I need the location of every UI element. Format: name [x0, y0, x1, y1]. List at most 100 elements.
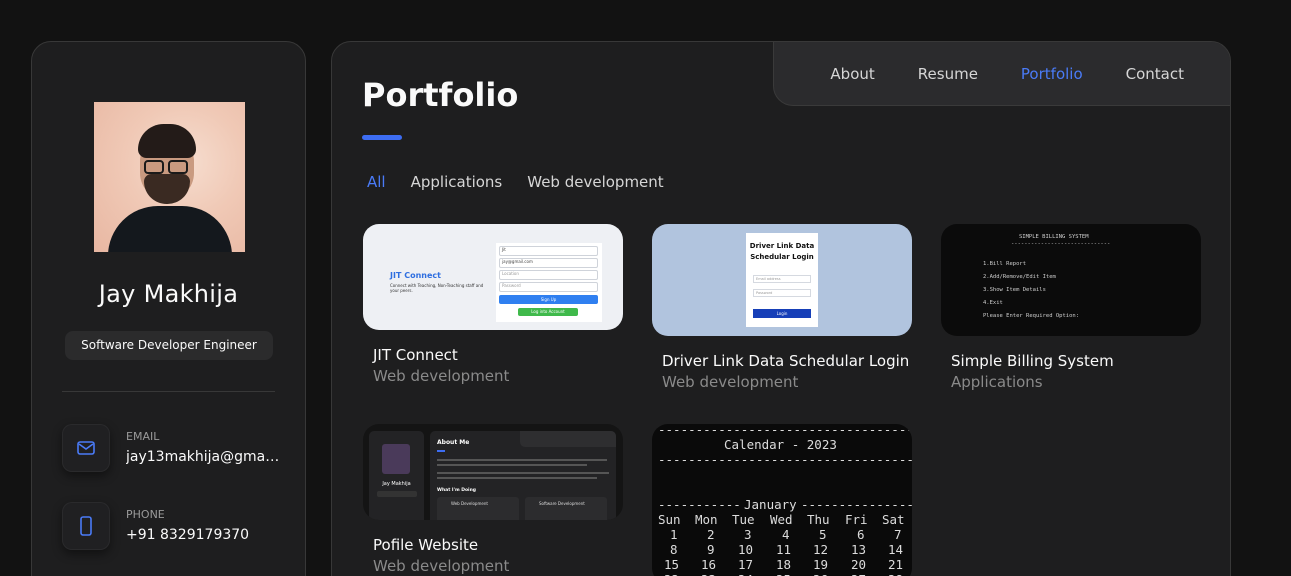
- thumb-field: Password: [753, 289, 811, 297]
- thumb-signup-form: Jit jay@gmail.com Location Password Sign…: [496, 243, 602, 322]
- project-title: Driver Link Data Schedular Login: [662, 352, 910, 370]
- nav-about[interactable]: About: [830, 65, 874, 83]
- thumb-card-title: Driver Link Data Schedular Login: [749, 242, 815, 261]
- thumb-service: Web Development: [437, 497, 519, 520]
- thumb-login-button: Log into Account: [518, 308, 578, 316]
- thumb-calendar-day: 9: [707, 542, 715, 557]
- thumb-nav: [520, 431, 616, 447]
- thumb-field: Jit: [499, 246, 598, 256]
- thumb-console-line: SIMPLE BILLING SYSTEM: [1019, 234, 1089, 240]
- page-title: Portfolio: [362, 76, 519, 114]
- thumb-console-rule: ----------------------------------------…: [658, 424, 912, 437]
- contact-label-phone: Phone: [126, 508, 165, 521]
- project-category: Web development: [662, 373, 799, 391]
- project-title: Simple Billing System: [951, 352, 1114, 370]
- avatar: [94, 102, 245, 252]
- thumb-field: jay@gmail.com: [499, 258, 598, 268]
- project-thumbnail[interactable]: SIMPLE BILLING SYSTEM ------------------…: [941, 224, 1201, 336]
- filter-applications[interactable]: Applications: [411, 173, 503, 191]
- nav-resume[interactable]: Resume: [918, 65, 978, 83]
- thumb-console-line: 3.Show Item Details: [983, 287, 1046, 293]
- thumb-calendar-day: 14: [888, 542, 904, 557]
- thumb-badge: [377, 491, 417, 497]
- thumb-avatar: [382, 444, 410, 474]
- filter-all[interactable]: All: [367, 173, 386, 191]
- thumb-weekday: Wed: [770, 512, 793, 527]
- thumb-field: Email address: [753, 275, 811, 283]
- thumb-field: Password: [499, 282, 598, 292]
- thumb-console-rule: ----------------------------------------…: [658, 452, 912, 467]
- title-badge: Software Developer Engineer: [65, 331, 273, 360]
- project-thumbnail[interactable]: ----------------------------------------…: [652, 424, 912, 576]
- thumb-console-line: Please Enter Required Option:: [983, 313, 1080, 319]
- thumb-calendar-day: 7: [894, 527, 902, 542]
- project-thumbnail[interactable]: JIT Connect Connect with Teaching, Non-T…: [363, 224, 623, 330]
- mail-icon: [62, 424, 110, 472]
- thumb-calendar-day: 23: [701, 572, 716, 576]
- thumb-calendar-day: 24: [738, 572, 753, 576]
- thumb-field: Location: [499, 270, 598, 280]
- phone-link[interactable]: +91 8329179370: [126, 527, 281, 543]
- thumb-calendar-day: 6: [857, 527, 865, 542]
- sidebar: Jay Makhija Software Developer Engineer …: [31, 41, 306, 576]
- thumb-calendar-day: 20: [851, 557, 867, 572]
- thumb-calendar-title: Calendar - 2023: [724, 437, 837, 452]
- thumb-body: About Me What I'm Doing Web Development …: [430, 431, 616, 520]
- thumb-calendar-day: 16: [701, 557, 717, 572]
- contact-phone: Phone +91 8329179370: [62, 502, 282, 552]
- thumb-calendar-day: 22: [664, 572, 679, 576]
- contact-label-email: Email: [126, 430, 160, 443]
- thumb-calendar-day: 8: [670, 542, 678, 557]
- project-card-jit-connect[interactable]: JIT Connect Connect with Teaching, Non-T…: [363, 224, 623, 385]
- thumb-calendar-day: 12: [813, 542, 829, 557]
- thumb-calendar-day: 1: [670, 527, 678, 542]
- thumb-calendar-day: 2: [707, 527, 715, 542]
- nav-portfolio[interactable]: Portfolio: [1021, 65, 1083, 83]
- profile-name: Jay Makhija: [98, 280, 239, 308]
- thumb-calendar-day: 26: [813, 572, 828, 576]
- thumb-weekday: Fri: [845, 512, 868, 527]
- project-card-billing[interactable]: SIMPLE BILLING SYSTEM ------------------…: [941, 224, 1201, 391]
- project-card-profile-website[interactable]: Jay Makhija About Me What I'm Doing Web …: [363, 424, 623, 575]
- thumb-brand: JIT Connect: [390, 271, 441, 280]
- thumb-weekday: Thu: [807, 512, 830, 527]
- thumb-console-line: 2.Add/Remove/Edit Item: [983, 274, 1056, 280]
- thumb-sidebar: Jay Makhija: [369, 431, 424, 520]
- thumb-text-line: [437, 464, 587, 466]
- thumb-text-line: [437, 477, 597, 479]
- phone-icon: [62, 502, 110, 550]
- project-thumbnail[interactable]: Jay Makhija About Me What I'm Doing Web …: [363, 424, 623, 520]
- project-thumbnail[interactable]: Driver Link Data Schedular Login Email a…: [652, 224, 912, 336]
- thumb-calendar-day: 25: [776, 572, 791, 576]
- thumb-calendar-day: 4: [782, 527, 790, 542]
- project-card-driver-link[interactable]: Driver Link Data Schedular Login Email a…: [652, 224, 912, 391]
- project-category: Web development: [373, 367, 510, 385]
- project-title: Pofile Website: [373, 536, 479, 554]
- thumb-login-button: Login: [753, 309, 811, 318]
- thumb-weekday: Sat: [882, 512, 905, 527]
- project-category: Applications: [951, 373, 1043, 391]
- filter-list: All Applications Web development: [367, 173, 664, 191]
- thumb-text-line: [437, 459, 607, 461]
- thumb-calendar-day: 10: [738, 542, 754, 557]
- thumb-calendar-day: 17: [738, 557, 754, 572]
- thumb-calendar-day: 18: [776, 557, 792, 572]
- thumb-heading: About Me: [437, 439, 470, 446]
- thumb-signup-button: Sign Up: [499, 295, 598, 304]
- thumb-underline: [437, 450, 445, 452]
- separator: [62, 391, 275, 392]
- filter-web-development[interactable]: Web development: [527, 173, 663, 191]
- thumb-calendar-day: 5: [819, 527, 827, 542]
- email-link[interactable]: jay13makhija@gmail.com: [126, 449, 281, 465]
- thumb-name: Jay Makhija: [382, 481, 411, 487]
- nav-contact[interactable]: Contact: [1126, 65, 1184, 83]
- thumb-text-line: [437, 472, 609, 474]
- thumb-service: Software Development: [525, 497, 607, 520]
- thumb-console-line: ------------------------------: [1011, 241, 1111, 247]
- title-underline: [362, 135, 402, 140]
- thumb-weekday: Sun: [658, 512, 681, 527]
- thumb-calendar-day: 15: [664, 557, 680, 572]
- thumb-calendar-day: 3: [744, 527, 752, 542]
- thumb-calendar-day: 21: [888, 557, 904, 572]
- project-card-calendar[interactable]: ----------------------------------------…: [652, 424, 912, 576]
